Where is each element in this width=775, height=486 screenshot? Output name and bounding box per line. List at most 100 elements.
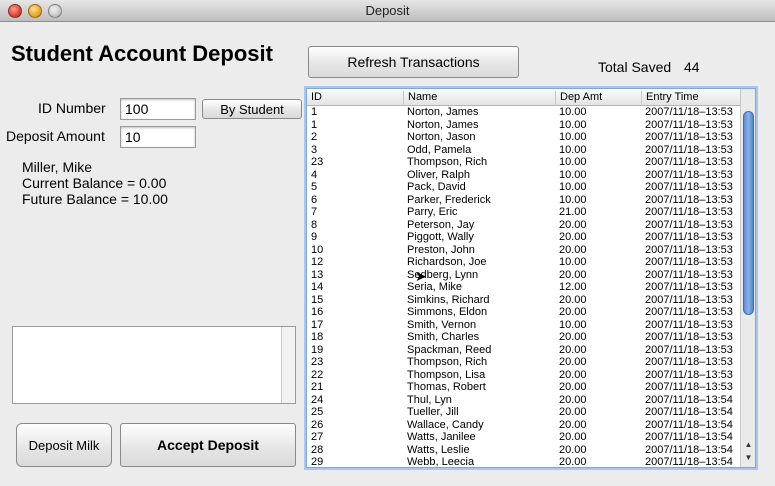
column-header-id[interactable]: ID [307,91,403,106]
table-row[interactable]: 9 Piggott, Wally 20.00 2007/11/18–13:53 [307,231,741,244]
deposit-milk-button[interactable]: Deposit Milk [16,423,112,467]
cell-name: Norton, James [407,118,479,131]
cell-dep-amt: 21.00 [559,206,587,218]
cell-id: 15 [311,293,324,306]
table-row[interactable]: 25 Tueller, Jill 20.00 2007/11/18–13:54 [307,406,741,419]
cell-id: 25 [311,406,324,418]
cell-entry-time: 2007/11/18–13:53 [645,218,733,231]
cell-id: 29 [311,456,324,468]
table-row[interactable]: 19 Spackman, Reed 20.00 2007/11/18–13:53 [307,344,741,357]
table-row[interactable]: 8 Peterson, Jay 20.00 2007/11/18–13:53 [307,219,741,232]
cell-dep-amt: 20.00 [559,356,587,368]
table-row[interactable]: 22 Thompson, Lisa 20.00 2007/11/18–13:53 [307,369,741,382]
scroll-down-icon[interactable]: ▼ [744,453,753,462]
accept-deposit-button[interactable]: Accept Deposit [120,423,296,467]
deposit-amount-field[interactable]: 10 [120,126,196,148]
cell-name: Oliver, Ralph [407,168,470,181]
table-row[interactable]: 29 Webb, Leecia 20.00 2007/11/18–13:54 [307,456,741,468]
student-name: Miller, Mike [22,159,93,175]
column-header-name[interactable]: Name [403,91,555,106]
mouse-cursor-icon: ➤ [415,268,427,284]
table-row[interactable]: 23 Thompson, Rich 20.00 2007/11/18–13:53 [307,356,741,369]
cell-id: 16 [311,306,324,318]
table-row[interactable]: 17 Smith, Vernon 10.00 2007/11/18–13:53 [307,319,741,332]
table-row[interactable]: 1 Norton, James 10.00 2007/11/18–13:53 [307,119,741,132]
by-student-button[interactable]: By Student [202,99,302,119]
cell-id: 12 [311,256,324,268]
table-header: ID Name Dep Amt Entry Time [307,89,741,106]
notes-scrollbar[interactable] [281,327,295,403]
table-row[interactable]: 18 Smith, Charles 20.00 2007/11/18–13:53 [307,331,741,344]
id-number-field[interactable]: 100 [120,98,196,120]
table-row[interactable]: 7 Parry, Eric 21.00 2007/11/18–13:53 [307,206,741,219]
cell-id: 23 [311,356,324,368]
cell-entry-time: 2007/11/18–13:54 [645,456,733,468]
cell-entry-time: 2007/11/18–13:54 [645,393,733,406]
table-scrollbar[interactable]: ▲ ▼ [740,89,755,467]
table-row[interactable]: 2 Norton, Jason 10.00 2007/11/18–13:53 [307,131,741,144]
table-row[interactable]: 3 Odd, Pamela 10.00 2007/11/18–13:53 [307,144,741,157]
cell-dep-amt: 10.00 [559,193,587,206]
cell-id: 1 [311,106,318,118]
table-row[interactable]: 14 Seria, Mike 12.00 2007/11/18–13:53 [307,281,741,294]
table-row[interactable]: 5 Pack, David 10.00 2007/11/18–13:53 [307,181,741,194]
cell-dep-amt: 10.00 [559,168,587,181]
cell-id: 7 [311,206,318,218]
cell-name: Pack, David [407,181,466,193]
cell-entry-time: 2007/11/18–13:53 [645,193,733,206]
cell-name: Thompson, Rich [407,156,488,168]
cell-dep-amt: 20.00 [559,381,587,393]
cell-id: 18 [311,331,324,343]
scroll-thumb[interactable] [743,111,754,315]
table-row[interactable]: 15 Simkins, Richard 20.00 2007/11/18–13:53 [307,294,741,307]
table-row[interactable]: 10 Preston, John 20.00 2007/11/18–13:53 [307,244,741,257]
cell-id: 9 [311,231,318,243]
cell-name: Piggott, Wally [407,231,474,243]
cell-id: 17 [311,318,324,331]
transactions-table[interactable]: ID Name Dep Amt Entry Time 1 Norton, Jame… [306,88,756,468]
cell-dep-amt: 20.00 [559,218,587,231]
cell-entry-time: 2007/11/18–13:53 [645,256,733,268]
table-row[interactable]: 27 Watts, Janilee 20.00 2007/11/18–13:54 [307,431,741,444]
notes-text-area[interactable] [12,326,296,404]
table-row[interactable]: 26 Wallace, Candy 20.00 2007/11/18–13:54 [307,419,741,432]
cell-name: Webb, Leecia [407,456,475,468]
column-header-entry-time[interactable]: Entry Time [641,91,741,106]
cell-name: Watts, Leslie [407,443,470,456]
cell-name: Preston, John [407,243,475,256]
cell-name: Parker, Frederick [407,193,491,206]
cell-dep-amt: 20.00 [559,243,587,256]
table-row[interactable]: 12 Richardson, Joe 10.00 2007/11/18–13:53 [307,256,741,269]
table-row[interactable]: 6 Parker, Frederick 10.00 2007/11/18–13:53 [307,194,741,207]
cell-entry-time: 2007/11/18–13:53 [645,343,733,356]
scroll-up-icon[interactable]: ▲ [744,440,753,449]
table-row[interactable]: 16 Simmons, Eldon 20.00 2007/11/18–13:53 [307,306,741,319]
cell-entry-time: 2007/11/18–13:54 [645,418,733,431]
column-header-dep-amt[interactable]: Dep Amt [555,91,641,106]
cell-id: 3 [311,143,318,156]
table-row[interactable]: 21 Thomas, Robert 20.00 2007/11/18–13:53 [307,381,741,394]
cell-dep-amt: 10.00 [559,318,587,331]
refresh-transactions-button[interactable]: Refresh Transactions [308,46,519,78]
table-row[interactable]: 4 Oliver, Ralph 10.00 2007/11/18–13:53 [307,169,741,182]
page-title: Student Account Deposit [11,41,273,66]
cell-entry-time: 2007/11/18–13:54 [645,431,733,443]
table-row[interactable]: 13 Sedberg, Lynn 20.00 2007/11/18–13:53 [307,269,741,282]
total-saved-label: Total Saved [598,59,672,75]
table-row[interactable]: 23 Thompson, Rich 10.00 2007/11/18–13:53 [307,156,741,169]
id-number-label: ID Number [38,100,106,116]
table-row[interactable]: 24 Thul, Lyn 20.00 2007/11/18–13:54 [307,394,741,407]
cell-dep-amt: 20.00 [559,306,587,318]
table-row[interactable]: 1 Norton, James 10.00 2007/11/18–13:53 [307,106,741,119]
cell-name: Thompson, Lisa [407,368,486,381]
cell-id: 23 [311,156,324,168]
title-bar[interactable]: Deposit [0,0,775,22]
cell-dep-amt: 20.00 [559,343,587,356]
table-row[interactable]: 28 Watts, Leslie 20.00 2007/11/18–13:54 [307,444,741,457]
cell-entry-time: 2007/11/18–13:53 [645,356,733,368]
cell-entry-time: 2007/11/18–13:53 [645,168,733,181]
cell-dep-amt: 10.00 [559,181,587,193]
cell-dep-amt: 10.00 [559,256,587,268]
cell-name: Thompson, Rich [407,356,488,368]
cell-entry-time: 2007/11/18–13:54 [645,443,733,456]
